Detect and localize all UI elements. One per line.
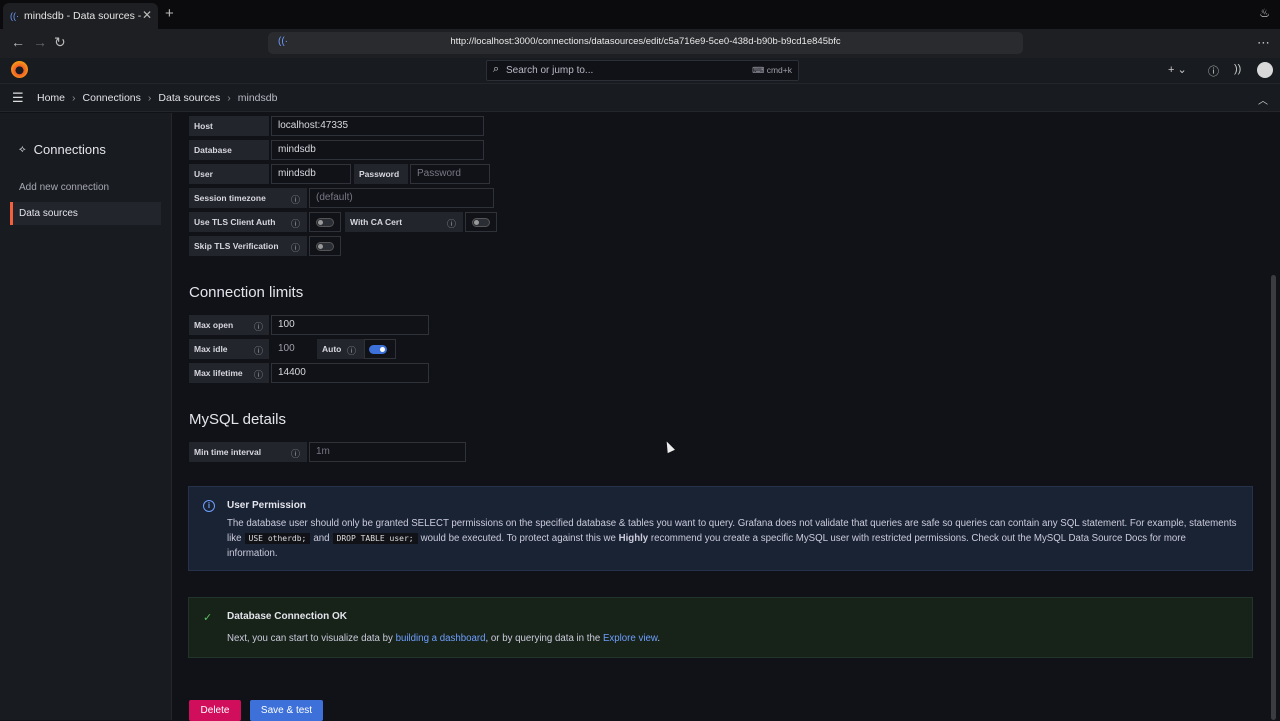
info-icon[interactable]: ⓘ	[254, 344, 263, 357]
mysql-details-heading: MySQL details	[189, 411, 286, 428]
alert-body: Next, you can start to visualize data by…	[227, 633, 661, 644]
code-snippet: DROP TABLE user;	[332, 533, 418, 544]
info-icon[interactable]: ⓘ	[291, 241, 300, 254]
password-input[interactable]: Password	[410, 164, 490, 184]
alert-body: The database user should only be granted…	[227, 518, 1237, 559]
connection-ok-alert: ✓ Database Connection OK Next, you can s…	[188, 597, 1253, 658]
breadcrumb-bar: ☰ Home › Connections › Data sources › mi…	[0, 84, 1280, 112]
avatar[interactable]	[1257, 62, 1273, 78]
breadcrumb-current: mindsdb	[237, 92, 278, 104]
max-idle-input[interactable]: 100	[271, 339, 315, 359]
tls-toggle-box	[309, 212, 341, 232]
grafana-logo-icon[interactable]	[11, 61, 28, 78]
session-timezone-input[interactable]: (default)	[309, 188, 494, 208]
with-ca-cert-label: With CA Cert	[345, 212, 463, 232]
info-icon[interactable]: ⓘ	[291, 217, 300, 230]
skip-tls-label: Skip TLS Verification	[189, 236, 307, 256]
connection-limits-heading: Connection limits	[189, 284, 304, 301]
tab-title: mindsdb - Data sources - Con	[24, 10, 142, 22]
url-text: http://localhost:3000/connections/dataso…	[450, 36, 841, 47]
tab-favicon-icon: ((·	[10, 11, 19, 21]
chevron-right-icon: ›	[147, 92, 152, 104]
password-label: Password	[354, 164, 408, 184]
new-tab-icon[interactable]: +	[165, 5, 174, 22]
with-ca-cert-toggle[interactable]	[472, 218, 490, 227]
code-snippet: USE otherdb;	[244, 533, 311, 544]
session-timezone-label: Session timezone	[189, 188, 307, 208]
news-feed-icon[interactable]: ))	[1234, 63, 1241, 75]
search-placeholder: Search or jump to...	[506, 65, 594, 76]
auto-label: Auto	[317, 339, 365, 359]
chevron-up-icon[interactable]: ︿	[1258, 92, 1268, 107]
menu-icon[interactable]: ☰	[12, 90, 24, 106]
search-input[interactable]: ⌕ Search or jump to... ⌨ cmd+k	[486, 60, 799, 81]
forward-icon[interactable]: →	[33, 34, 47, 50]
help-icon[interactable]: ⓘ	[1208, 63, 1219, 79]
back-icon[interactable]: ←	[11, 34, 25, 50]
skip-tls-toggle[interactable]	[316, 242, 334, 251]
tls-client-auth-label: Use TLS Client Auth	[189, 212, 307, 232]
mouse-cursor-icon	[663, 439, 675, 454]
host-label: Host	[189, 116, 269, 136]
info-icon[interactable]: ⓘ	[447, 217, 456, 230]
database-input[interactable]: mindsdb	[271, 140, 484, 160]
tab-close-icon[interactable]: ✕	[142, 8, 152, 22]
info-circle-icon: i	[203, 500, 215, 512]
sidebar-item-add-new-connection[interactable]: Add new connection	[19, 182, 109, 193]
breadcrumb-data-sources[interactable]: Data sources	[158, 92, 220, 104]
breadcrumb: Home › Connections › Data sources › mind…	[37, 92, 277, 104]
info-icon[interactable]: ⓘ	[347, 344, 356, 357]
address-bar: ← → ↻ ((· http://localhost:3000/connecti…	[0, 29, 1280, 58]
max-lifetime-input[interactable]: 14400	[271, 363, 429, 383]
chevron-right-icon: ›	[72, 92, 76, 104]
sidebar-item-data-sources[interactable]: Data sources	[10, 202, 161, 225]
database-label: Database	[189, 140, 269, 160]
check-icon: ✓	[203, 612, 213, 624]
url-field[interactable]: ((· http://localhost:3000/connections/da…	[268, 32, 1023, 54]
auto-toggle-box	[364, 339, 396, 359]
connections-icon: ⟡	[19, 144, 26, 155]
browser-tab[interactable]: ((· mindsdb - Data sources - Con ✕	[3, 3, 158, 29]
ca-toggle-box	[465, 212, 497, 232]
user-label: User	[189, 164, 269, 184]
delete-button[interactable]: Delete	[189, 700, 241, 721]
search-shortcut: ⌨ cmd+k	[752, 65, 792, 75]
search-icon: ⌕	[493, 63, 500, 75]
info-icon[interactable]: ⓘ	[291, 447, 300, 460]
extension-flame-icon[interactable]: ♨	[1259, 6, 1270, 20]
user-permission-alert: i User Permission The database user shou…	[188, 486, 1253, 571]
top-nav: ⌕ Search or jump to... ⌨ cmd+k + ⌄ ⓘ ))	[0, 58, 1280, 84]
building-dashboard-link[interactable]: building a dashboard	[396, 633, 486, 644]
info-icon[interactable]: ⓘ	[254, 368, 263, 381]
save-test-button[interactable]: Save & test	[250, 700, 323, 721]
min-time-interval-label: Min time interval	[189, 442, 307, 462]
browser-tab-bar: ((· mindsdb - Data sources - Con ✕ + ♨	[0, 0, 1280, 29]
info-icon[interactable]: ⓘ	[291, 193, 300, 206]
alert-title: User Permission	[227, 500, 306, 511]
add-new-icon[interactable]: + ⌄	[1168, 63, 1187, 76]
tls-client-auth-toggle[interactable]	[316, 218, 334, 227]
breadcrumb-home[interactable]: Home	[37, 92, 65, 104]
explore-view-link[interactable]: Explore view	[603, 633, 657, 644]
sidebar: ⟡ Connections Add new connection Data so…	[0, 113, 172, 720]
skip-tls-toggle-box	[309, 236, 341, 256]
min-time-interval-input[interactable]: 1m	[309, 442, 466, 462]
sidebar-title: ⟡ Connections	[19, 142, 106, 157]
chevron-right-icon: ›	[227, 92, 231, 104]
user-input[interactable]: mindsdb	[271, 164, 351, 184]
max-open-input[interactable]: 100	[271, 315, 429, 335]
host-input[interactable]: localhost:47335	[271, 116, 484, 136]
breadcrumb-connections[interactable]: Connections	[83, 92, 141, 104]
info-icon[interactable]: ⓘ	[254, 320, 263, 333]
reload-icon[interactable]: ↻	[54, 34, 66, 51]
alert-title: Database Connection OK	[227, 611, 348, 622]
browser-menu-icon[interactable]: ⋯	[1257, 35, 1270, 51]
auto-toggle[interactable]	[369, 345, 387, 354]
scrollbar[interactable]	[1271, 275, 1276, 720]
